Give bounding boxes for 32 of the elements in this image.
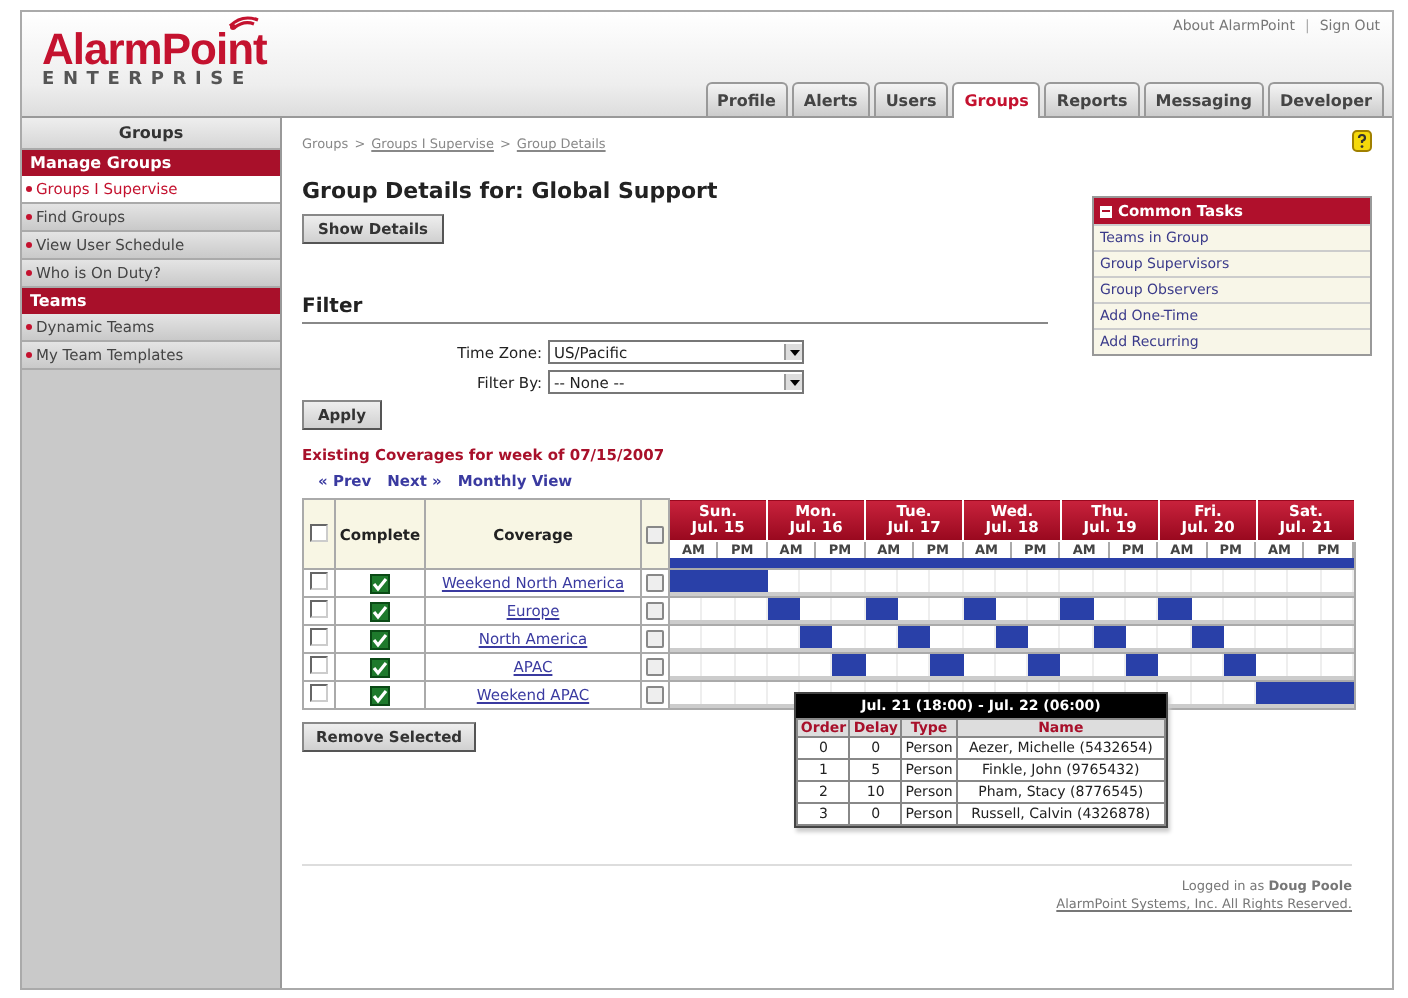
dropdown-arrow-icon — [789, 379, 799, 385]
bullet-icon — [26, 270, 32, 276]
bullet-icon — [26, 186, 32, 192]
row-checkbox[interactable] — [310, 600, 328, 618]
nav-tab[interactable]: Profile — [705, 82, 788, 116]
sidebar-section-header: Teams — [22, 288, 280, 314]
nav-tab[interactable]: Messaging — [1143, 82, 1264, 116]
expand-icon[interactable] — [646, 525, 664, 544]
page-title: Group Details for: Global Support — [302, 178, 718, 204]
bullet-icon — [26, 214, 32, 220]
row-checkbox[interactable] — [310, 684, 328, 702]
signal-icon — [228, 14, 260, 30]
logo-subtitle: ENTERPRISE — [42, 70, 253, 90]
row-checkbox[interactable] — [310, 656, 328, 674]
nav-tab[interactable]: Alerts — [791, 82, 870, 116]
row-checkbox[interactable] — [310, 628, 328, 646]
row-checkbox[interactable] — [310, 572, 328, 590]
nav-tab[interactable]: Reports — [1044, 82, 1140, 116]
bullet-icon — [26, 242, 32, 248]
logo-text: AlarmPoint — [42, 30, 267, 70]
nav-tab[interactable]: Developer — [1267, 82, 1384, 116]
sidebar-title: Groups — [22, 118, 280, 150]
help-icon — [1352, 130, 1372, 152]
collapse-icon[interactable] — [1100, 205, 1112, 217]
select-all-checkbox[interactable] — [310, 523, 328, 541]
section-heading: Filter — [302, 296, 1048, 324]
nav-tab[interactable]: Users — [873, 82, 949, 116]
dropdown-arrow-icon — [789, 349, 799, 355]
bullet-icon — [26, 324, 32, 330]
sidebar-section-header: Manage Groups — [22, 150, 280, 176]
bullet-icon — [26, 352, 32, 358]
nav-tab[interactable]: Groups — [952, 82, 1041, 118]
